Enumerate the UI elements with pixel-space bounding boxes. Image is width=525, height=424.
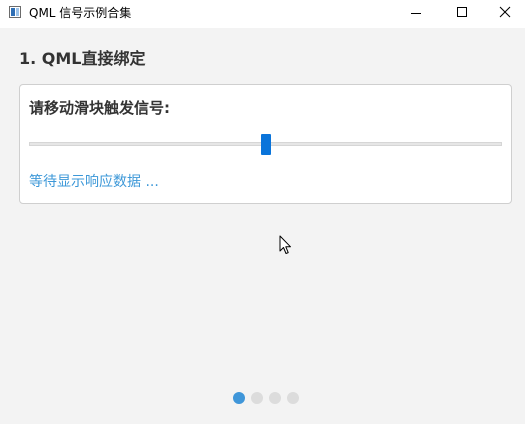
page-dot[interactable] xyxy=(251,392,263,404)
demo-card: 请移动滑块触发信号: 等待显示响应数据 ... xyxy=(19,84,512,204)
close-icon xyxy=(499,6,511,18)
slider-handle[interactable] xyxy=(261,134,271,155)
page-dot[interactable] xyxy=(233,392,245,404)
page-dot[interactable] xyxy=(269,392,281,404)
close-button[interactable] xyxy=(485,0,525,28)
signal-slider[interactable] xyxy=(29,133,502,157)
page-indicator xyxy=(233,392,299,404)
window-titlebar[interactable]: QML 信号示例合集 xyxy=(0,0,525,28)
maximize-icon xyxy=(457,7,467,17)
app-window-icon xyxy=(9,6,21,18)
minimize-icon xyxy=(411,13,421,14)
window-title: QML 信号示例合集 xyxy=(29,6,132,20)
page-dot[interactable] xyxy=(287,392,299,404)
response-text: 等待显示响应数据 ... xyxy=(29,174,159,190)
section-title: 1. QML直接绑定 xyxy=(19,49,146,68)
maximize-button[interactable] xyxy=(439,0,485,28)
mouse-cursor-icon xyxy=(279,235,291,254)
slider-prompt: 请移动滑块触发信号: xyxy=(29,99,170,117)
minimize-button[interactable] xyxy=(393,0,439,28)
